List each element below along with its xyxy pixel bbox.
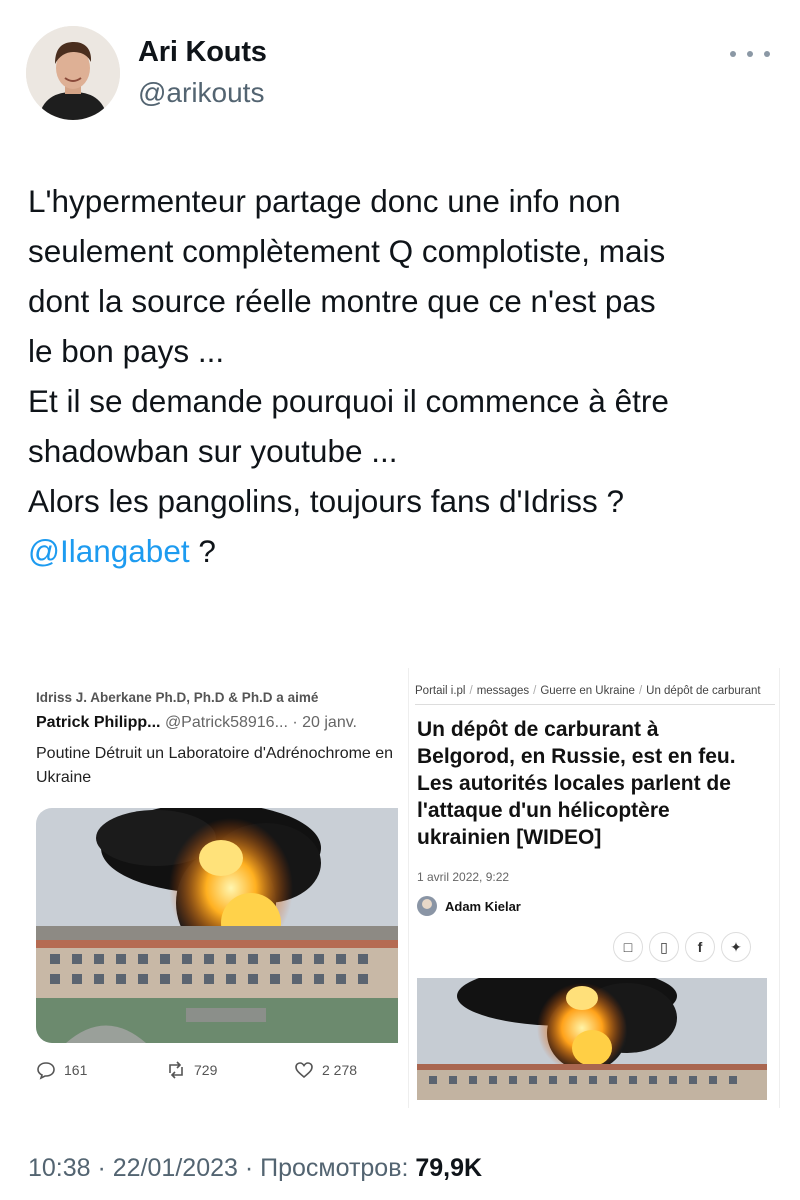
headline-line: Belgorod, en Russie, est en feu. [417, 745, 736, 768]
breadcrumb-item: Portail i.pl [415, 685, 466, 697]
breadcrumb-item: Guerre en Ukraine [540, 685, 635, 697]
fire-photo [36, 808, 398, 1043]
reply-icon [37, 1062, 55, 1080]
tweet-line: shadowban sur youtube ... [28, 433, 398, 469]
like-count: 2 278 [322, 1062, 358, 1078]
screenshot-quoted-tweet: Idriss J. Aberkane Ph.D, Ph.D & Ph.D a a… [28, 668, 398, 1096]
quoted-name: Patrick Philipp... [36, 714, 161, 731]
dot [747, 51, 753, 57]
author-avatar-icon [417, 896, 437, 916]
mention-suffix: ? [189, 533, 216, 569]
author-name[interactable]: Ari Kouts [138, 36, 267, 69]
tweet-line: L'hypermenteur partage donc une info non [28, 183, 621, 219]
dot [764, 51, 770, 57]
comment-icon: □ [613, 932, 643, 962]
views-label: Просмотров: [260, 1154, 416, 1182]
tweet-media[interactable]: Idriss J. Aberkane Ph.D, Ph.D & Ph.D a a… [28, 668, 780, 1118]
mention-link[interactable]: @Ilangabet [28, 533, 190, 569]
article-headline: Un dépôt de carburant à Belgorod, en Rus… [417, 716, 773, 851]
timestamp[interactable]: 10:38 · 22/01/2023 · [28, 1154, 260, 1182]
views-count: 79,9K [415, 1154, 483, 1182]
tweet-line-mention: @Ilangabet ? [28, 526, 788, 576]
tweet-text: L'hypermenteur partage donc une info non… [28, 176, 788, 576]
quoted-text-line: Ukraine [36, 769, 92, 786]
screenshot-news-article: Portail i.pl / messages / Guerre en Ukraine /… [408, 668, 780, 1108]
avatar-photo [26, 26, 120, 120]
author-handle[interactable]: @arikouts [138, 77, 264, 109]
tweet-line: dont la source réelle montre que ce n'es… [28, 283, 656, 319]
headline-line: ukrainien [WIDEO] [417, 826, 602, 849]
dot [730, 51, 736, 57]
fire-image [417, 978, 767, 1100]
retweet-action: 729 [166, 1060, 217, 1080]
reply-action: 161 [36, 1060, 87, 1080]
quoted-handle: @Patrick58916... [164, 714, 288, 731]
heart-icon [295, 1062, 313, 1079]
tweet-meta: 10:38 · 22/01/2023 · Просмотров: 79,9K [28, 1154, 482, 1183]
tweet-line: Alors les pangolins, toujours fans d'Idr… [28, 483, 625, 519]
breadcrumb-item: messages [476, 685, 530, 697]
headline-line: Un dépôt de carburant à [417, 718, 659, 741]
tweet-line: seulement complètement Q complotiste, ma… [28, 233, 666, 269]
liked-by-label: Idriss J. Aberkane Ph.D, Ph.D & Ph.D a a… [36, 690, 319, 705]
quoted-text: Poutine Détruit un Laboratoire d'Adrénoc… [36, 742, 398, 790]
breadcrumb-separator: / [533, 685, 537, 697]
share-buttons: □ ▯ f ✦ [613, 932, 751, 962]
article-date: 1 avril 2022, 9:22 [417, 870, 510, 884]
tweet-line: Et il se demande pourquoi il commence à … [28, 383, 669, 419]
fire-photo-article [417, 978, 767, 1100]
more-options-icon[interactable] [730, 44, 770, 64]
retweet-icon [169, 1061, 183, 1079]
quoted-actions: 161 729 2 278 [36, 1060, 398, 1086]
breadcrumb-item: Un dépôt de carburant [646, 685, 761, 697]
breadcrumb-separator: / [469, 685, 473, 697]
quoted-header: Patrick Philipp... @Patrick58916... · 20… [36, 714, 398, 732]
divider [415, 704, 775, 705]
retweet-count: 729 [194, 1062, 218, 1078]
author-avatar[interactable] [26, 26, 120, 120]
headline-line: Les autorités locales parlent de [417, 772, 731, 795]
facebook-icon: f [685, 932, 715, 962]
twitter-icon: ✦ [721, 932, 751, 962]
quoted-time: · 20 janv. [292, 714, 357, 731]
quoted-text-line: Poutine Détruit un Laboratoire d'Adrénoc… [36, 745, 394, 762]
like-action: 2 278 [294, 1060, 357, 1080]
article-author: Adam Kielar [417, 896, 521, 916]
tweet-line: le bon pays ... [28, 333, 225, 369]
bookmark-icon: ▯ [649, 932, 679, 962]
breadcrumb-separator: / [638, 685, 643, 697]
fire-image [36, 808, 398, 1043]
headline-line: l'attaque d'un hélicoptère [417, 799, 670, 822]
reply-count: 161 [64, 1062, 88, 1078]
article-author-name: Adam Kielar [445, 898, 521, 914]
breadcrumb: Portail i.pl / messages / Guerre en Ukraine /… [415, 685, 775, 697]
